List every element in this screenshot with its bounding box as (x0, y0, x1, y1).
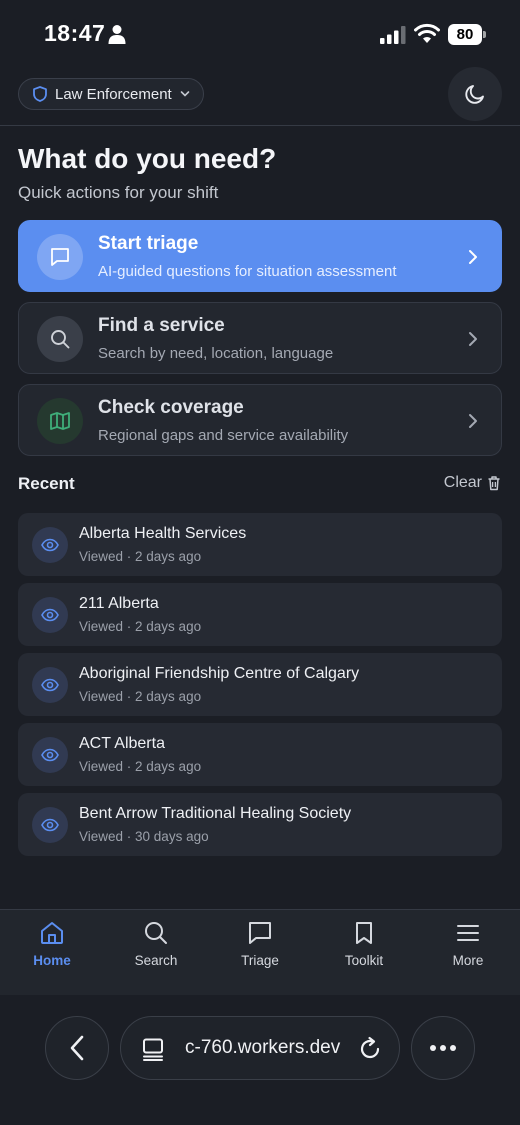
clear-recent-button[interactable]: Clear (444, 474, 501, 492)
recent-icon-wrap (32, 597, 68, 633)
battery-tip (483, 31, 486, 38)
recent-icon-wrap (32, 667, 68, 703)
status-time: 18:47 (44, 20, 106, 46)
tab-overview-icon (143, 1038, 163, 1061)
battery-level: 80 (448, 24, 482, 45)
moon-icon (465, 85, 484, 104)
recent-item-meta: Viewed · 2 days ago (79, 619, 202, 634)
chat-bubble-icon (249, 922, 271, 944)
map-icon (50, 412, 70, 430)
action-title: Find a service (98, 315, 225, 336)
action-icon-wrap (37, 316, 83, 362)
chevron-right-icon (469, 414, 477, 428)
recent-item-meta: Viewed · 2 days ago (79, 549, 202, 564)
action-description: Search by need, location, language (98, 345, 334, 362)
recent-icon-wrap (32, 527, 68, 563)
browser-back-button[interactable] (45, 1016, 109, 1080)
clear-label: Clear (443, 474, 482, 491)
status-bar: 18:47 80 (0, 0, 520, 68)
browser-toolbar: c-760.workers.dev (0, 995, 520, 1125)
tab-home[interactable]: Home (0, 910, 104, 996)
page-subtitle: Quick actions for your shift (18, 183, 219, 202)
tab-label: Home (33, 953, 71, 968)
header-divider (0, 125, 520, 126)
url-bar[interactable]: c-760.workers.dev (120, 1016, 400, 1080)
recent-icon-wrap (32, 807, 68, 843)
tab-toolkit[interactable]: Toolkit (312, 910, 416, 996)
eye-icon (41, 678, 59, 692)
person-icon (108, 25, 126, 44)
bookmark-icon (356, 922, 372, 944)
search-icon (145, 922, 167, 944)
role-selector-label: Law Enforcement (55, 85, 172, 103)
action-description: AI-guided questions for situation assess… (98, 263, 397, 280)
chevron-right-icon (469, 250, 477, 264)
eye-icon (41, 608, 59, 622)
tab-label: Triage (241, 953, 279, 968)
recent-item-meta: Viewed · 2 days ago (79, 759, 202, 774)
action-icon-wrap (37, 234, 83, 280)
ellipsis-icon (430, 1045, 456, 1051)
recent-item[interactable]: 211 Alberta Viewed · 2 days ago (18, 583, 502, 646)
role-selector[interactable]: Law Enforcement (18, 78, 204, 110)
action-description: Regional gaps and service availability (98, 427, 349, 444)
reload-icon[interactable] (357, 1036, 383, 1062)
eye-icon (41, 818, 59, 832)
bottom-tab-bar: Home Search Triage Toolkit More (0, 909, 520, 995)
tab-label: Search (134, 953, 178, 968)
chat-bubble-icon (51, 248, 69, 266)
menu-icon (457, 925, 479, 941)
chevron-right-icon (469, 332, 477, 346)
tab-triage[interactable]: Triage (208, 910, 312, 996)
recent-heading: Recent (18, 474, 75, 493)
recent-item[interactable]: Aboriginal Friendship Centre of Calgary … (18, 653, 502, 716)
recent-item-name: Alberta Health Services (79, 525, 247, 542)
home-icon (41, 922, 63, 944)
chevron-down-icon (180, 91, 190, 97)
check-coverage-card[interactable]: Check coverage Regional gaps and service… (18, 384, 502, 456)
search-icon (51, 330, 70, 349)
recent-item[interactable]: ACT Alberta Viewed · 2 days ago (18, 723, 502, 786)
recent-item-name: Bent Arrow Traditional Healing Society (79, 805, 352, 822)
recent-item[interactable]: Bent Arrow Traditional Healing Society V… (18, 793, 502, 856)
action-icon-wrap (37, 398, 83, 444)
tab-search[interactable]: Search (104, 910, 208, 996)
battery-indicator: 80 (448, 24, 486, 45)
chevron-left-icon (70, 1035, 84, 1061)
recent-item-name: ACT Alberta (79, 735, 165, 752)
eye-icon (41, 748, 59, 762)
theme-toggle-button[interactable] (448, 67, 502, 121)
recent-icon-wrap (32, 737, 68, 773)
browser-more-button[interactable] (411, 1016, 475, 1080)
action-title: Start triage (98, 233, 199, 254)
tab-label: Toolkit (344, 953, 384, 968)
recent-item[interactable]: Alberta Health Services Viewed · 2 days … (18, 513, 502, 576)
tab-label: More (452, 953, 484, 968)
trash-icon (488, 476, 500, 491)
tab-more[interactable]: More (416, 910, 520, 996)
wifi-icon (414, 23, 440, 43)
cellular-signal-icon (380, 26, 406, 44)
action-title: Check coverage (98, 397, 244, 418)
recent-item-name: Aboriginal Friendship Centre of Calgary (79, 665, 360, 682)
eye-icon (41, 538, 59, 552)
shield-icon (33, 86, 47, 102)
find-service-card[interactable]: Find a service Search by need, location,… (18, 302, 502, 374)
url-text: c-760.workers.dev (185, 1037, 341, 1058)
start-triage-card[interactable]: Start triage AI-guided questions for sit… (18, 220, 502, 292)
recent-item-meta: Viewed · 30 days ago (79, 829, 209, 844)
recent-item-name: 211 Alberta (79, 595, 159, 612)
recent-item-meta: Viewed · 2 days ago (79, 689, 202, 704)
page-title: What do you need? (18, 143, 277, 174)
